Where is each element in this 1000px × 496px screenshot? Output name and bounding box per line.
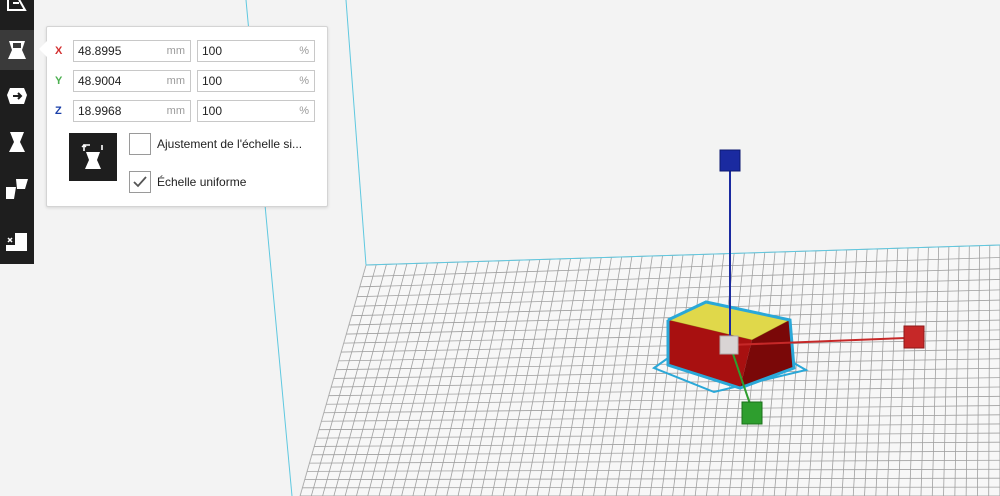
build-plate	[299, 244, 1000, 496]
per-model-settings-icon	[6, 179, 28, 199]
x-percent-unit: %	[299, 45, 309, 57]
x-size-field[interactable]: mm	[73, 40, 191, 62]
support-blocker-icon	[6, 233, 27, 251]
y-axis-scale-handle[interactable]	[741, 401, 763, 425]
snap-scaling-label: Ajustement de l'échelle si...	[157, 137, 303, 151]
x-axis-label: X	[55, 45, 63, 57]
y-axis-label: Y	[55, 75, 63, 87]
tool-toolbar	[0, 0, 34, 264]
panel-pointer	[39, 41, 47, 57]
scale-to-max-icon	[81, 144, 103, 169]
snap-scaling-row: Ajustement de l'échelle si...	[129, 133, 302, 155]
check-icon	[133, 176, 147, 188]
scale-row-z: Z mm %	[55, 99, 315, 123]
scale-row-x: X mm %	[55, 39, 315, 63]
y-size-input[interactable]	[78, 73, 158, 89]
y-percent-field[interactable]: %	[197, 70, 315, 92]
snap-scaling-checkbox[interactable]	[129, 133, 151, 155]
support-blocker-button[interactable]	[0, 222, 34, 262]
scale-tool-panel: X mm % Y mm % Z mm %	[39, 26, 328, 207]
z-size-unit: mm	[166, 105, 185, 117]
move-tool-icon	[7, 0, 27, 11]
x-percent-input[interactable]	[202, 43, 282, 59]
rotate-tool-icon	[7, 88, 27, 104]
y-percent-unit: %	[299, 75, 309, 87]
scale-row-y: Y mm %	[55, 69, 315, 93]
y-size-field[interactable]: mm	[73, 70, 191, 92]
z-axis-scale-handle[interactable]	[719, 149, 741, 172]
z-percent-unit: %	[299, 105, 309, 117]
z-axis-label: Z	[55, 105, 62, 117]
x-size-unit: mm	[166, 45, 185, 57]
uniform-scaling-checkbox[interactable]	[129, 171, 151, 193]
y-percent-input[interactable]	[202, 73, 282, 89]
scale-tool-button[interactable]	[0, 30, 34, 70]
z-size-input[interactable]	[78, 103, 158, 119]
rotate-tool-button[interactable]	[0, 76, 34, 116]
uniform-scaling-label: Échelle uniforme	[157, 175, 247, 189]
x-size-input[interactable]	[78, 43, 158, 59]
move-tool-button[interactable]	[0, 0, 34, 24]
x-axis-scale-handle[interactable]	[903, 325, 925, 349]
per-model-settings-button[interactable]	[0, 168, 34, 208]
mirror-tool-button[interactable]	[0, 122, 34, 162]
z-percent-input[interactable]	[202, 103, 282, 119]
y-size-unit: mm	[166, 75, 185, 87]
x-percent-field[interactable]: %	[197, 40, 315, 62]
scale-tool-icon	[8, 41, 26, 59]
scale-to-max-button[interactable]	[69, 133, 117, 181]
uniform-scale-handle[interactable]	[719, 335, 739, 355]
z-size-field[interactable]: mm	[73, 100, 191, 122]
uniform-scaling-row: Échelle uniforme	[129, 171, 246, 193]
z-percent-field[interactable]: %	[197, 100, 315, 122]
mirror-tool-icon	[9, 132, 25, 152]
